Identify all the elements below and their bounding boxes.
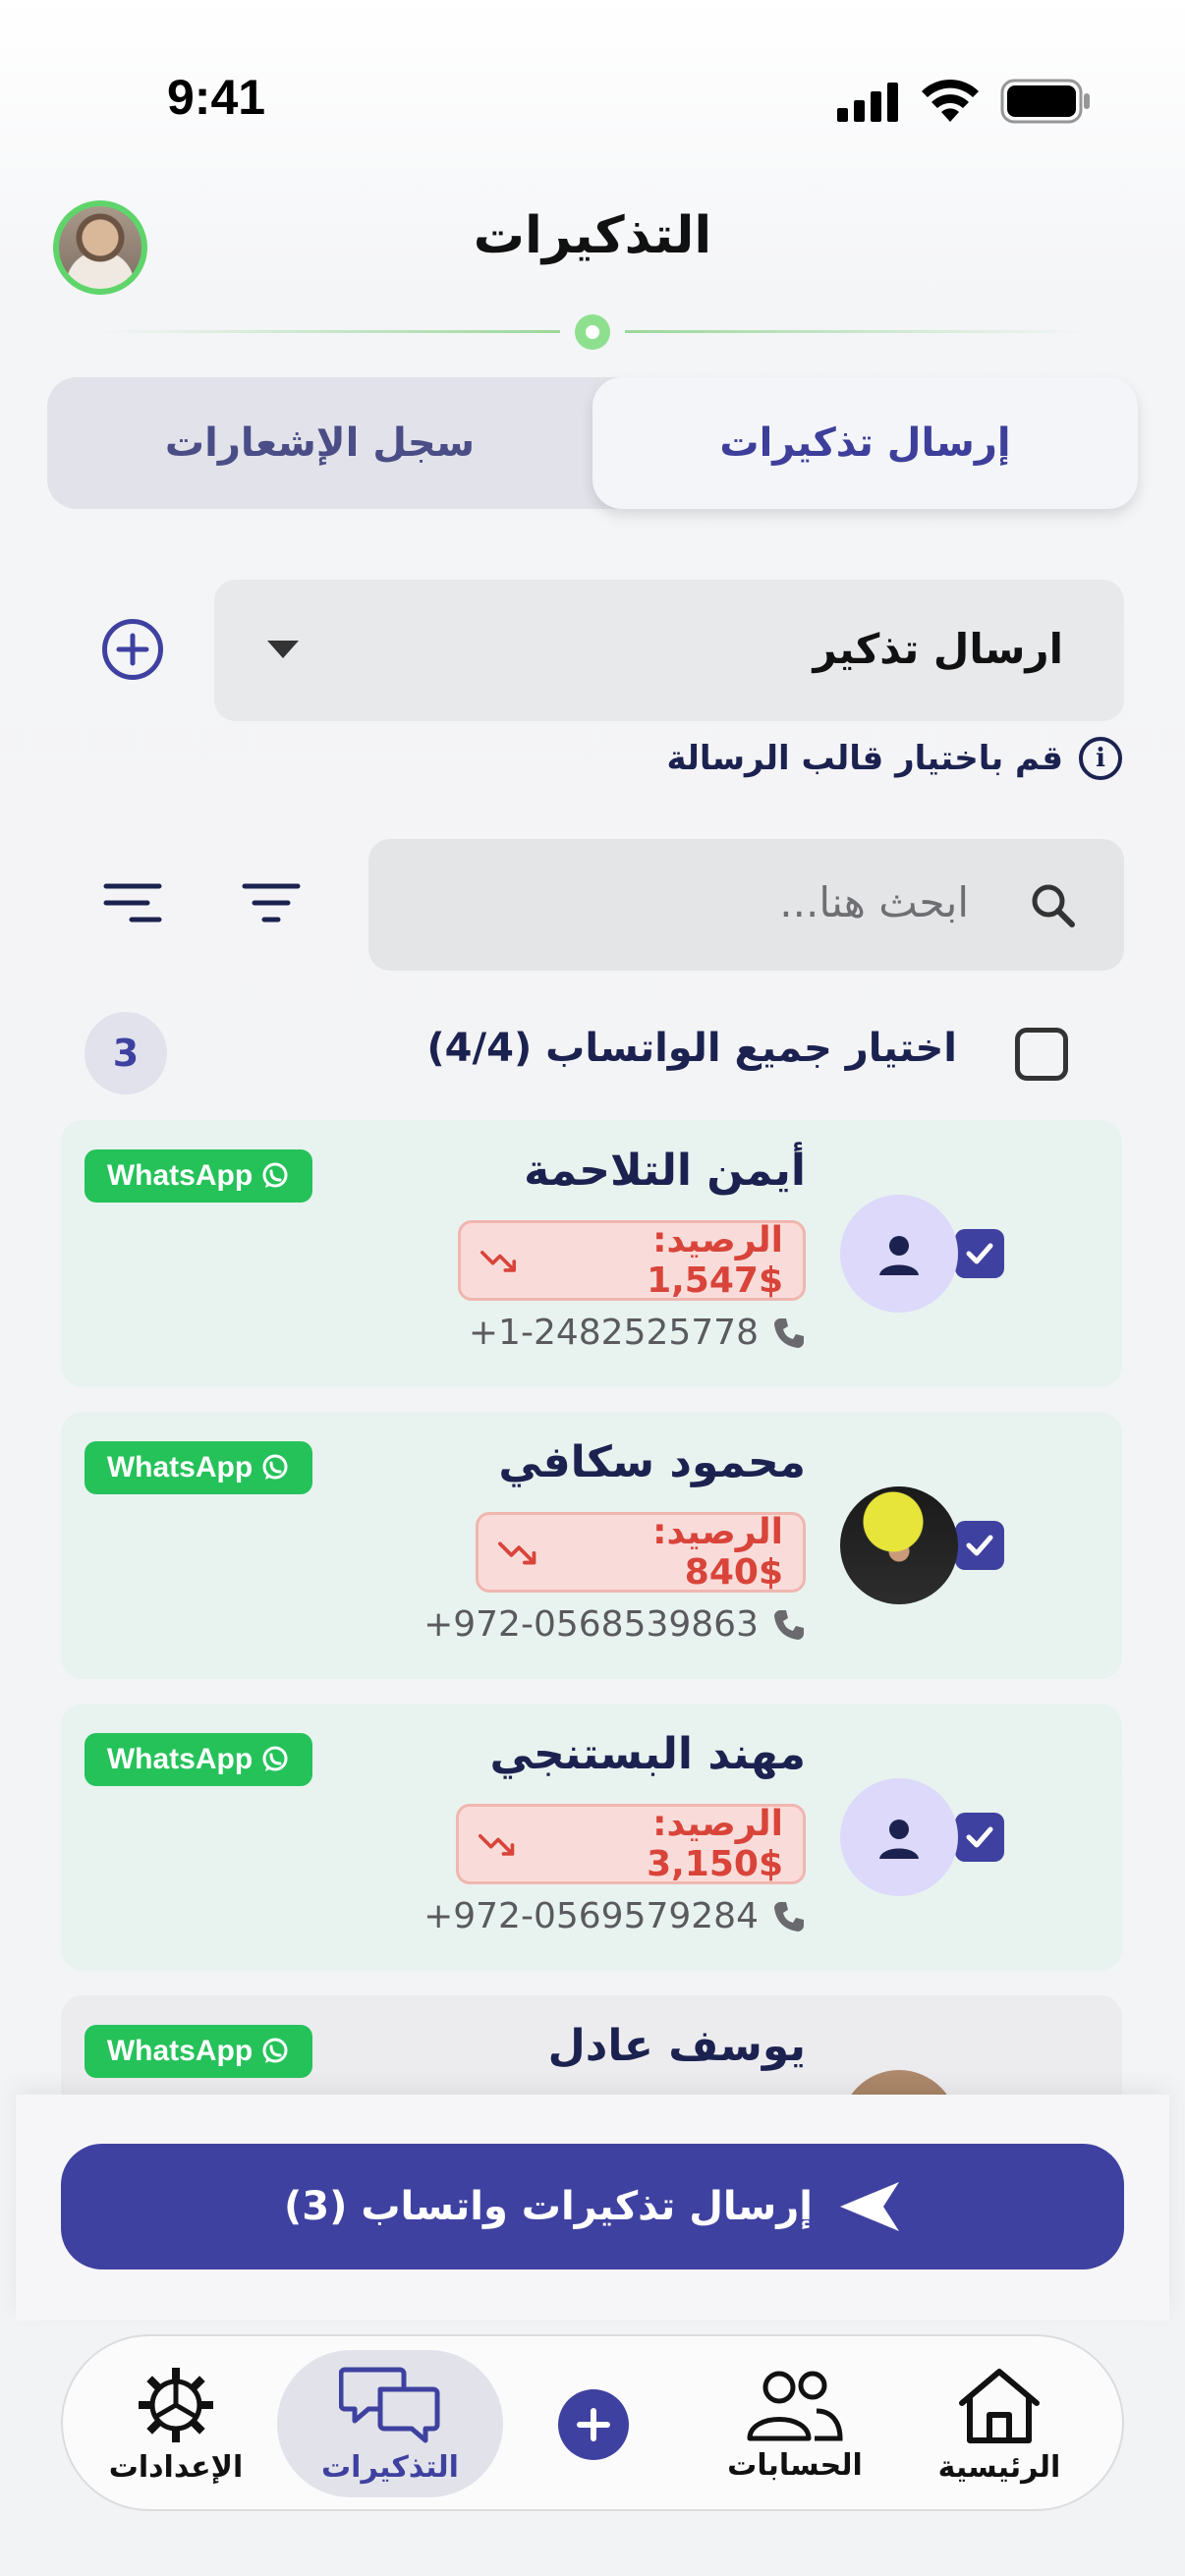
trending-down-icon (479, 1834, 515, 1856)
nav-item-reminders[interactable]: التذكيرات (277, 2336, 503, 2513)
customer-card[interactable]: أيمن التلاحمة الرصيد: $1,547 +1-24825257… (61, 1120, 1122, 1387)
customer-card[interactable]: محمود سكافي الرصيد: $840 +972-0568539863… (61, 1412, 1122, 1679)
send-icon (840, 2182, 899, 2231)
customer-name: يوسف عادل (547, 2021, 806, 2071)
header-indicator-dot (575, 314, 610, 350)
nav-add-button[interactable] (558, 2389, 629, 2460)
chat-bubbles-icon (339, 2367, 440, 2442)
customer-photo (840, 1486, 958, 1604)
whatsapp-label: WhatsApp (106, 2035, 254, 2067)
header-divider-right (625, 330, 1087, 333)
customer-card[interactable]: مهند البستنجي الرصيد: $3,150 +972-056957… (61, 1704, 1122, 1971)
whatsapp-label: WhatsApp (106, 1159, 254, 1192)
select-all-label: اختيار جميع الواتساب (4/4) (426, 1026, 957, 1071)
whatsapp-badge: WhatsApp (85, 1441, 312, 1494)
nav-item-home[interactable]: الرئيسية (926, 2336, 1073, 2513)
tab-send-reminders[interactable]: إرسال تذكيرات (592, 377, 1138, 509)
battery-icon (1000, 79, 1090, 124)
person-icon (879, 1236, 919, 1275)
nav-item-settings[interactable]: الإعدادات (102, 2336, 250, 2513)
send-whatsapp-reminders-button[interactable]: إرسال تذكيرات واتساب (3) (61, 2144, 1124, 2269)
plus-icon (116, 633, 149, 666)
checkmark-icon (966, 1535, 993, 1556)
customer-name: محمود سكافي (498, 1437, 806, 1487)
template-select-value: ارسال تذكير (813, 625, 1063, 673)
select-all-checkbox[interactable] (1015, 1028, 1068, 1081)
nav-label-accounts: الحسابات (727, 2447, 863, 2483)
person-icon (879, 1820, 919, 1859)
customer-phone-text: +972-0569579284 (423, 1896, 759, 1936)
info-icon: i (1079, 737, 1122, 780)
header-divider-left (98, 330, 560, 333)
gear-icon (139, 2367, 213, 2442)
selected-count-badge: 3 (85, 1012, 167, 1094)
whatsapp-badge: WhatsApp (85, 2025, 312, 2078)
wifi-icon (922, 79, 979, 122)
whatsapp-icon (262, 1454, 288, 1480)
balance-text: الرصيد: $3,150 (647, 1804, 783, 1884)
trending-down-icon (498, 1541, 536, 1565)
whatsapp-icon (262, 2038, 288, 2063)
customer-avatar (840, 1195, 958, 1313)
checkmark-icon (966, 1826, 993, 1848)
customer-phone: +1-2482525778 (469, 1313, 806, 1353)
balance-badge: الرصيد: $3,150 (456, 1804, 806, 1884)
customer-phone-text: +972-0568539863 (423, 1604, 759, 1645)
nav-label-reminders: التذكيرات (321, 2449, 459, 2485)
dropdown-caret-icon (267, 641, 299, 658)
customer-phone: +972-0569579284 (423, 1896, 806, 1936)
nav-item-accounts[interactable]: الحسابات (711, 2336, 878, 2513)
tab-notifications-log[interactable]: سجل الإشعارات (47, 377, 592, 509)
customer-name: مهند البستنجي (489, 1729, 806, 1779)
customer-checkbox[interactable] (955, 1229, 1004, 1278)
phone-icon (774, 1901, 804, 1932)
search-field[interactable]: ابحث هنا... (368, 839, 1124, 971)
customer-phone-text: +1-2482525778 (468, 1313, 759, 1353)
add-template-button[interactable] (102, 619, 163, 680)
search-placeholder: ابحث هنا... (779, 878, 969, 926)
whatsapp-badge: WhatsApp (85, 1733, 312, 1786)
bottom-nav: الإعدادات التذكيرات الحسابات الرئيسية (61, 2334, 1124, 2511)
phone-icon (774, 1317, 804, 1348)
page-title: التذكيرات (473, 206, 712, 265)
phone-icon (774, 1609, 804, 1640)
whatsapp-badge: WhatsApp (85, 1149, 312, 1203)
balance-text: الرصيد: $1,547 (647, 1220, 783, 1301)
nav-label-home: الرئيسية (937, 2449, 1061, 2485)
home-icon (959, 2368, 1040, 2443)
template-hint-text: قم باختيار قالب الرسالة (666, 739, 1063, 778)
checkmark-icon (966, 1243, 993, 1264)
sort-icon[interactable] (102, 880, 163, 925)
balance-text: الرصيد: $840 (652, 1512, 783, 1593)
send-button-label: إرسال تذكيرات واتساب (3) (284, 2184, 813, 2229)
whatsapp-icon (262, 1746, 288, 1771)
customer-avatar (840, 1778, 958, 1896)
plus-icon (577, 2408, 610, 2441)
nav-label-settings: الإعدادات (108, 2449, 244, 2485)
trending-down-icon (480, 1251, 517, 1272)
customer-phone: +972-0568539863 (423, 1604, 806, 1645)
balance-badge: الرصيد: $1,547 (458, 1220, 806, 1301)
template-select[interactable]: ارسال تذكير (214, 580, 1124, 721)
balance-badge: الرصيد: $840 (476, 1512, 806, 1593)
status-time: 9:41 (167, 70, 266, 125)
users-icon (747, 2371, 843, 2440)
search-icon (1032, 884, 1075, 927)
whatsapp-icon (262, 1162, 288, 1188)
customer-checkbox[interactable] (955, 1813, 1004, 1862)
template-hint: i قم باختيار قالب الرسالة (666, 737, 1122, 780)
filter-icon[interactable] (241, 880, 302, 925)
customer-checkbox[interactable] (955, 1521, 1004, 1570)
whatsapp-label: WhatsApp (106, 1743, 254, 1775)
customer-name: أيمن التلاحمة (524, 1146, 806, 1196)
whatsapp-label: WhatsApp (106, 1451, 254, 1484)
cellular-signal-icon (837, 83, 898, 122)
